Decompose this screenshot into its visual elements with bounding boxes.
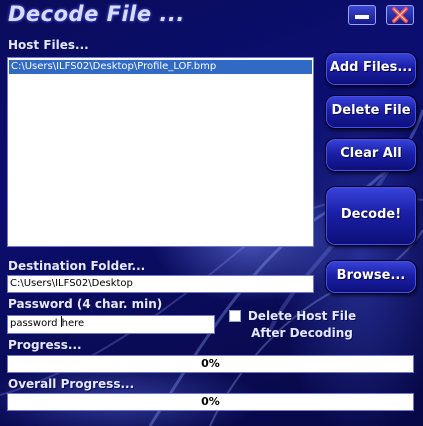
destination-folder-field[interactable]: C:\Users\ILFS02\Desktop	[7, 275, 314, 293]
browse-button[interactable]: Browse...	[325, 260, 417, 294]
host-files-label: Host Files...	[8, 38, 89, 52]
decode-button[interactable]: Decode!	[325, 186, 417, 246]
delete-host-file-label-line1: Delete Host File	[247, 309, 357, 323]
password-text-after: here	[61, 318, 85, 329]
close-button[interactable]	[386, 5, 414, 25]
delete-host-file-checkbox[interactable]	[229, 310, 241, 322]
add-files-button[interactable]: Add Files...	[325, 52, 417, 86]
password-label: Password (4 char. min)	[8, 297, 163, 311]
progress-bar: 0%	[7, 355, 414, 373]
clear-all-button[interactable]: Clear All	[325, 138, 417, 172]
minimize-icon	[355, 15, 369, 19]
window-title: Decode File ...	[8, 2, 185, 26]
overall-progress-bar: 0%	[7, 393, 414, 411]
list-item[interactable]: C:\Users\ILFS02\Desktop\Profile_LOF.bmp	[9, 60, 312, 74]
overall-progress-percent: 0%	[201, 395, 220, 408]
minimize-button[interactable]	[348, 5, 376, 25]
delete-host-file-label: Delete Host File After Decoding	[247, 308, 357, 342]
password-field[interactable]: password here	[7, 315, 215, 334]
destination-folder-label: Destination Folder...	[8, 259, 146, 273]
overall-progress-label: Overall Progress...	[8, 377, 135, 391]
password-text-before: password	[10, 318, 61, 329]
host-files-list[interactable]: C:\Users\ILFS02\Desktop\Profile_LOF.bmp	[7, 57, 314, 247]
close-icon	[392, 7, 408, 23]
delete-file-button[interactable]: Delete File	[325, 95, 417, 129]
delete-host-file-label-line2: After Decoding	[251, 326, 353, 340]
progress-label: Progress...	[8, 338, 82, 352]
progress-percent: 0%	[201, 357, 220, 370]
